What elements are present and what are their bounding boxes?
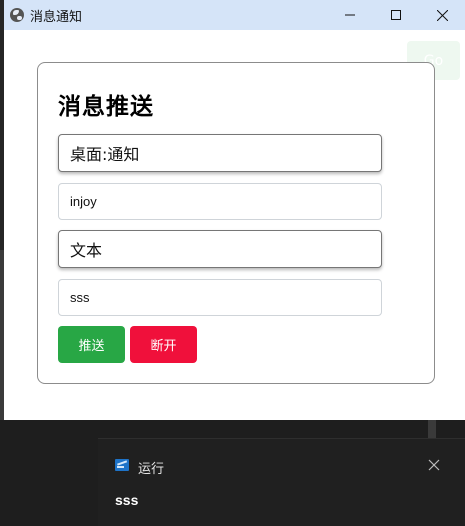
- close-button[interactable]: [419, 0, 465, 30]
- push-button[interactable]: 推送: [58, 326, 125, 363]
- content-input-value: sss: [70, 290, 90, 305]
- globe-icon: [10, 8, 24, 22]
- toast-notification[interactable]: 运行 sss: [98, 438, 465, 526]
- push-form-card: 消息推送 桌面:通知 injoy 文本 sss 推送 断开: [37, 62, 435, 384]
- scrollbar-fragment: [428, 420, 436, 438]
- channel-select[interactable]: 桌面:通知: [58, 134, 382, 172]
- close-icon: [428, 459, 440, 471]
- window-controls: [327, 0, 465, 30]
- title-input-value: injoy: [70, 194, 97, 209]
- window-title: 消息通知: [30, 9, 83, 25]
- app-window: 消息通知 Go 消息推送 桌面:通知 injoy 文本 sss 推送 断开: [4, 0, 465, 420]
- maximize-button[interactable]: [373, 0, 419, 30]
- close-icon: [436, 9, 448, 21]
- type-select[interactable]: 文本: [58, 230, 382, 268]
- disconnect-button[interactable]: 断开: [130, 326, 197, 363]
- toast-close-button[interactable]: [428, 459, 440, 471]
- minimize-button[interactable]: [327, 0, 373, 30]
- minimize-icon: [345, 14, 355, 16]
- run-app-icon: [115, 459, 129, 471]
- toast-app-name: 运行: [138, 462, 165, 477]
- type-select-value: 文本: [70, 241, 103, 260]
- content-input[interactable]: sss: [58, 279, 382, 316]
- toast-message: sss: [115, 492, 139, 508]
- title-bar[interactable]: 消息通知: [4, 0, 465, 30]
- form-heading: 消息推送: [58, 94, 154, 120]
- channel-select-value: 桌面:通知: [70, 145, 140, 164]
- title-input[interactable]: injoy: [58, 183, 382, 220]
- maximize-icon: [391, 10, 401, 20]
